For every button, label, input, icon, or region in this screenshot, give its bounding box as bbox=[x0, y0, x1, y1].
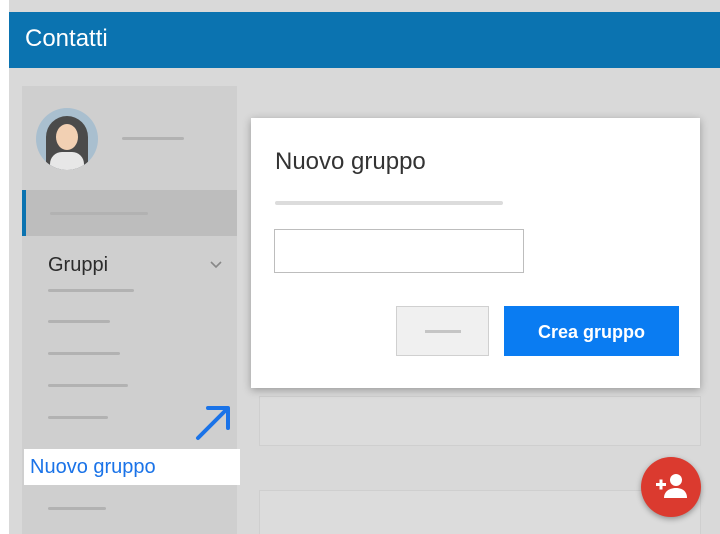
chevron-down-icon[interactable] bbox=[210, 260, 222, 270]
selected-indicator bbox=[22, 190, 26, 236]
profile-section[interactable] bbox=[22, 86, 237, 186]
add-contact-fab[interactable] bbox=[641, 457, 701, 517]
sidebar-item-placeholder[interactable] bbox=[48, 352, 120, 355]
cancel-button[interactable] bbox=[396, 306, 489, 356]
sidebar-groups-label: Gruppi bbox=[48, 254, 109, 276]
profile-name-placeholder bbox=[122, 137, 184, 140]
cancel-label-placeholder bbox=[425, 330, 461, 333]
sidebar-item-contacts[interactable] bbox=[22, 190, 237, 236]
avatar bbox=[36, 108, 98, 170]
new-group-link[interactable]: Nuovo gruppo bbox=[24, 449, 240, 485]
app-title: Contatti bbox=[25, 25, 108, 52]
create-group-button[interactable]: Crea gruppo bbox=[504, 306, 679, 356]
sidebar-item-placeholder[interactable] bbox=[48, 289, 134, 292]
dialog-subtitle-placeholder bbox=[275, 201, 503, 205]
app-bar: Contatti bbox=[9, 12, 720, 68]
background-card bbox=[259, 490, 701, 534]
dialog-title: Nuovo gruppo bbox=[275, 148, 426, 175]
sidebar-item-placeholder[interactable] bbox=[48, 507, 106, 510]
sidebar-item-placeholder[interactable] bbox=[48, 384, 128, 387]
sidebar-item-placeholder[interactable] bbox=[48, 320, 110, 323]
sidebar-item-placeholder[interactable] bbox=[48, 416, 108, 419]
group-name-input[interactable] bbox=[274, 229, 524, 273]
sidebar-item-placeholder bbox=[50, 212, 148, 215]
arrow-icon bbox=[196, 406, 230, 440]
background-card bbox=[259, 396, 701, 446]
add-person-icon bbox=[656, 474, 687, 498]
